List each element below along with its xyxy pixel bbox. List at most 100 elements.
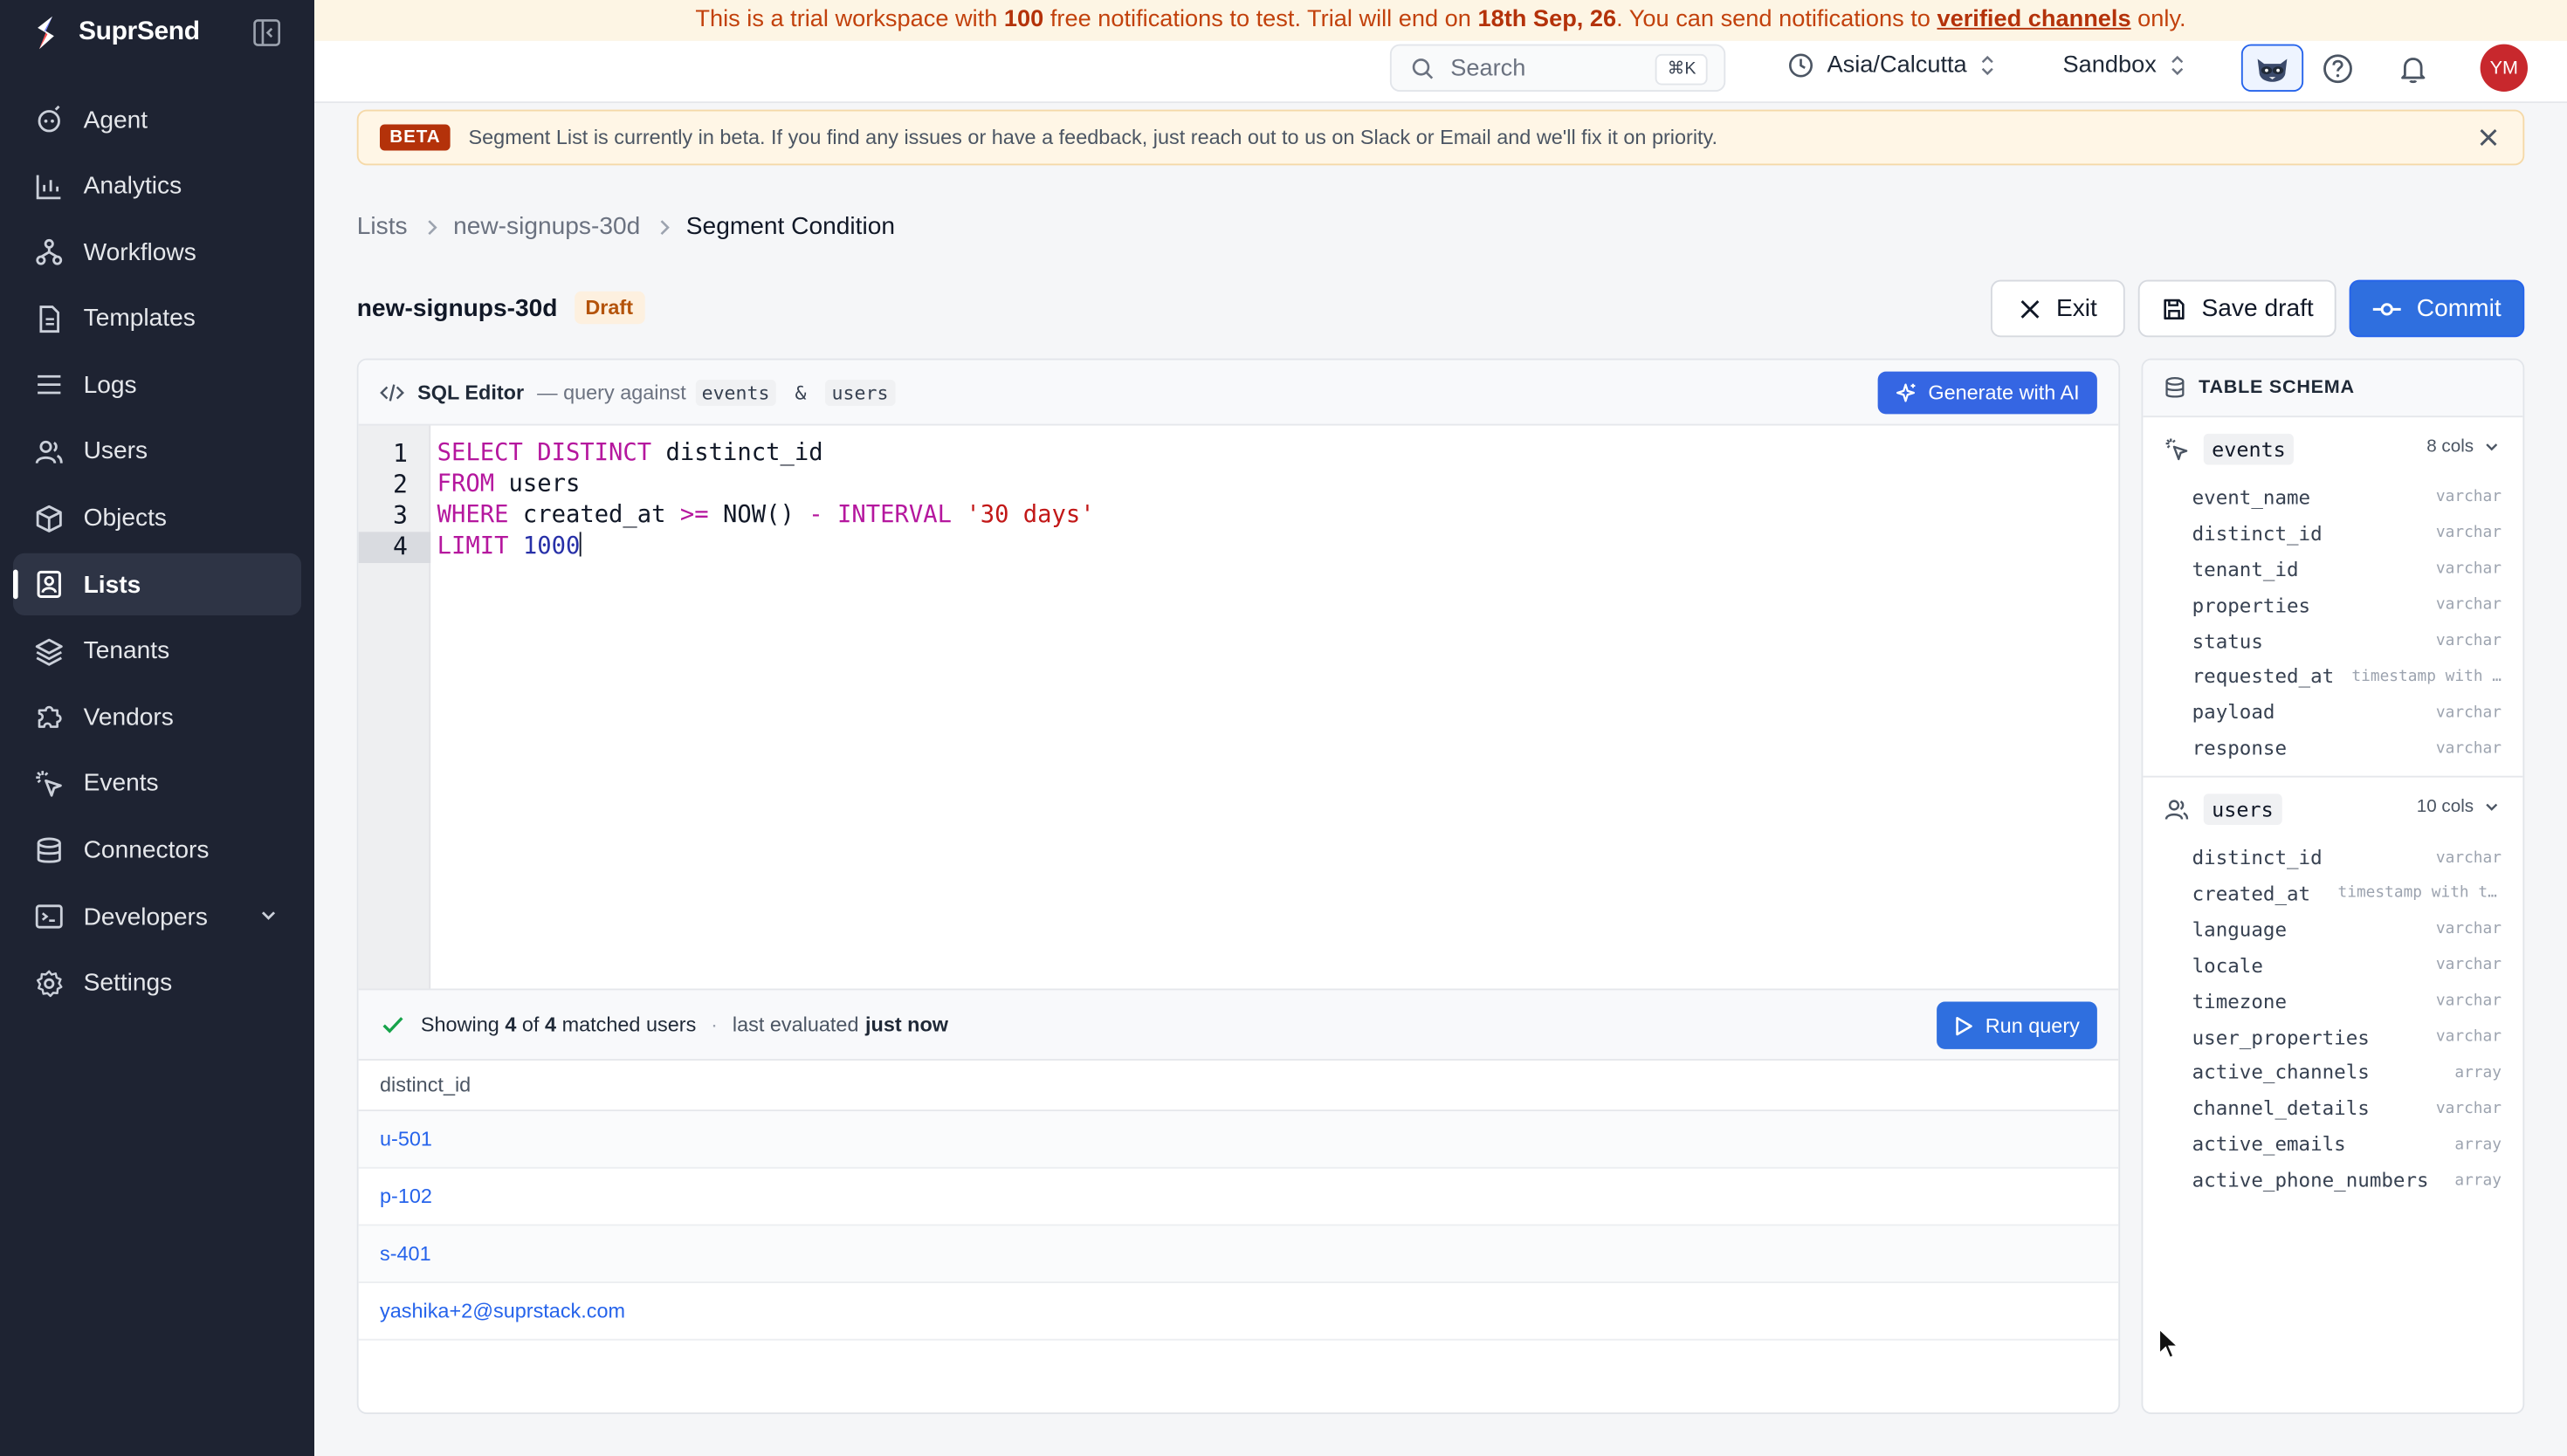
- column-name: language: [2192, 917, 2287, 941]
- sidebar-item-label: Objects: [83, 504, 167, 532]
- database-icon: [2165, 377, 2185, 398]
- agent-button[interactable]: [2240, 44, 2304, 92]
- schema-column-row[interactable]: response varchar: [2143, 731, 2522, 766]
- commit-label: Commit: [2416, 294, 2502, 323]
- column-type: varchar: [2435, 992, 2502, 1011]
- schema-column-count[interactable]: 8 cols: [2426, 437, 2500, 457]
- chevron-updown-icon: [1982, 55, 1994, 76]
- generate-with-ai-button[interactable]: Generate with AI: [1877, 371, 2097, 415]
- schema-columns-events: event_name varchar distinct_id varchar ten…: [2143, 479, 2522, 766]
- generate-with-ai-label: Generate with AI: [1928, 381, 2080, 405]
- column-type: timestamp with …: [2351, 667, 2502, 686]
- schema-column-row[interactable]: timezone varchar: [2143, 983, 2522, 1019]
- sidebar-item-logs[interactable]: Logs: [13, 354, 301, 416]
- code-editor[interactable]: 1 2 3 4 SELECT DISTINCT distinct_id FROM…: [358, 425, 2119, 989]
- bell-icon[interactable]: [2397, 52, 2430, 86]
- schema-column-row[interactable]: distinct_id varchar: [2143, 840, 2522, 876]
- schema-column-row[interactable]: distinct_id varchar: [2143, 515, 2522, 551]
- schema-column-row[interactable]: active_phone_numbers array: [2143, 1163, 2522, 1198]
- close-icon[interactable]: [2477, 126, 2500, 148]
- schema-column-row[interactable]: requested_at timestamp with …: [2143, 659, 2522, 695]
- table-chip-sep: &: [795, 380, 807, 404]
- schema-column-row[interactable]: tenant_id varchar: [2143, 551, 2522, 587]
- sidebar-item-vendors[interactable]: Vendors: [13, 686, 301, 748]
- table-row[interactable]: p-102: [358, 1169, 2119, 1226]
- brand[interactable]: SuprSend: [30, 13, 200, 52]
- cube-icon: [33, 502, 66, 535]
- schema-column-row[interactable]: language varchar: [2143, 911, 2522, 947]
- sidebar-item-tenants[interactable]: Tenants: [13, 620, 301, 682]
- sql-code[interactable]: SELECT DISTINCT distinct_id FROM users W…: [437, 439, 1095, 564]
- sql-editor-panel: SQL Editor — query against events & user…: [356, 358, 2121, 1414]
- sidebar-item-events[interactable]: Events: [13, 752, 301, 814]
- run-query-button[interactable]: Run query: [1937, 1001, 2097, 1049]
- chevron-down-icon: [2486, 443, 2498, 451]
- sidebar-item-objects[interactable]: Objects: [13, 487, 301, 549]
- sidebar-item-label: Developers: [83, 903, 208, 931]
- schema-column-row[interactable]: created_at timestamp with tim…: [2143, 876, 2522, 911]
- sidebar-item-users[interactable]: Users: [13, 421, 301, 483]
- code-line: SELECT DISTINCT distinct_id: [437, 439, 1095, 470]
- puzzle-icon: [33, 701, 66, 734]
- table-row[interactable]: s-401: [358, 1226, 2119, 1283]
- breadcrumb: Lists new-signups-30d Segment Condition: [357, 213, 895, 241]
- exit-button[interactable]: Exit: [1991, 279, 2125, 338]
- title-row: new-signups-30d Draft: [357, 291, 645, 325]
- schema-column-row[interactable]: payload varchar: [2143, 695, 2522, 731]
- avatar[interactable]: YM: [2480, 44, 2528, 92]
- sidebar-item-analytics[interactable]: Analytics: [13, 155, 301, 216]
- sidebar-item-agent[interactable]: Agent: [13, 88, 301, 150]
- breadcrumb-current: Segment Condition: [685, 212, 896, 241]
- separator-dot: ·: [711, 1013, 718, 1036]
- sidebar-item-settings[interactable]: Settings: [13, 952, 301, 1014]
- sidebar-item-label: Agent: [83, 105, 148, 134]
- column-header[interactable]: distinct_id: [358, 1061, 2119, 1112]
- table-row[interactable]: u-501: [358, 1111, 2119, 1169]
- sidebar-item-label: Analytics: [83, 172, 182, 200]
- line-number-active: 4: [358, 532, 431, 563]
- line-number: 3: [392, 500, 408, 531]
- sidebar-item-workflows[interactable]: Workflows: [13, 221, 301, 283]
- search-placeholder: Search: [1450, 54, 1526, 81]
- sidebar-item-developers[interactable]: Developers: [13, 886, 301, 948]
- verified-channels-link[interactable]: verified channels: [1937, 7, 2130, 33]
- sidebar-item-lists[interactable]: Lists: [13, 553, 301, 616]
- schema-column-row[interactable]: status varchar: [2143, 623, 2522, 659]
- environment-select[interactable]: Sandbox: [2063, 52, 2186, 79]
- help-icon[interactable]: [2322, 52, 2355, 86]
- sidebar-item-templates[interactable]: Templates: [13, 288, 301, 350]
- schema-column-count[interactable]: 10 cols: [2417, 797, 2500, 817]
- timezone-select[interactable]: Asia/Calcutta: [1788, 52, 1997, 79]
- schema-column-row[interactable]: event_name varchar: [2143, 479, 2522, 515]
- sql-keyword: FROM: [437, 471, 495, 498]
- schema-header: TABLE SCHEMA: [2143, 360, 2523, 418]
- schema-column-row[interactable]: active_emails array: [2143, 1126, 2522, 1162]
- brand-name: SuprSend: [79, 17, 200, 46]
- column-type: timestamp with tim…: [2337, 884, 2502, 903]
- schema-column-row[interactable]: active_channels array: [2143, 1054, 2522, 1090]
- schema-table-events[interactable]: events 8 cols: [2143, 417, 2522, 479]
- trial-text: . You can send notifications to: [1616, 6, 1937, 33]
- sql-keyword: LIMIT: [437, 533, 509, 560]
- beta-banner: BETA Segment List is currently in beta. …: [356, 109, 2525, 166]
- save-draft-button[interactable]: Save draft: [2137, 279, 2336, 338]
- schema-table-users[interactable]: users 10 cols: [2143, 778, 2522, 840]
- collapse-sidebar-icon[interactable]: [252, 18, 282, 48]
- gear-icon: [33, 967, 66, 1000]
- exit-label: Exit: [2055, 294, 2097, 323]
- commit-button[interactable]: Commit: [2349, 279, 2525, 338]
- breadcrumb-lists[interactable]: Lists: [357, 213, 408, 241]
- search-input[interactable]: Search ⌘K: [1389, 44, 1726, 92]
- chevron-right-icon: [655, 216, 675, 237]
- schema-column-row[interactable]: properties varchar: [2143, 587, 2522, 623]
- editor-subtitle-text: — query against: [537, 380, 686, 404]
- schema-column-row[interactable]: locale varchar: [2143, 947, 2522, 983]
- trial-text: This is a trial workspace with: [695, 6, 1004, 33]
- schema-column-row[interactable]: user_properties varchar: [2143, 1019, 2522, 1054]
- line-number-gutter: 1 2 3 4: [358, 425, 431, 989]
- sidebar-item-connectors[interactable]: Connectors: [13, 819, 301, 881]
- schema-column-row[interactable]: channel_details varchar: [2143, 1090, 2522, 1126]
- breadcrumb-list-name[interactable]: new-signups-30d: [453, 213, 640, 241]
- table-row[interactable]: yashika+2@suprstack.com: [358, 1283, 2119, 1341]
- sidebar-item-label: Templates: [83, 305, 196, 333]
